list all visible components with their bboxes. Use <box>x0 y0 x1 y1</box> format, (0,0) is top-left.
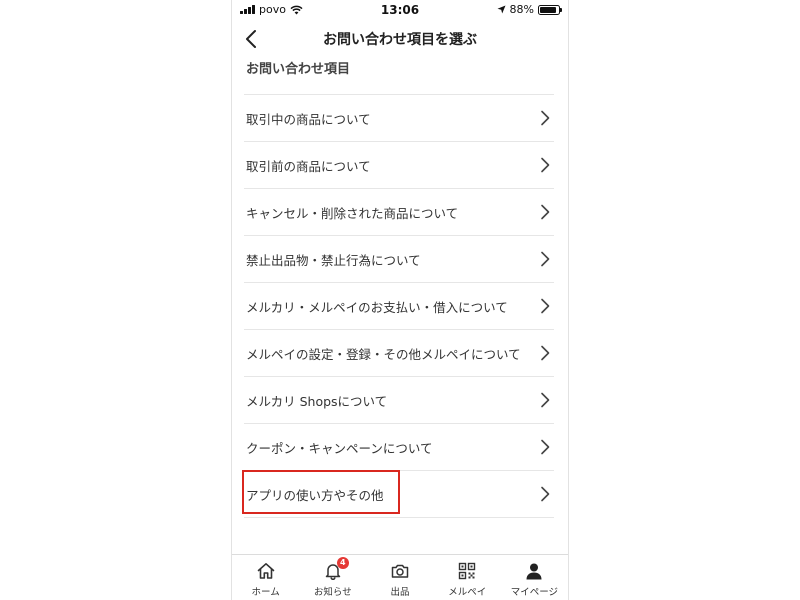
tab-label: 出品 <box>390 587 410 598</box>
camera-icon <box>389 560 411 582</box>
tab-bar: ホーム 4 お知らせ 出品 メルペイ マイページ <box>232 554 568 600</box>
person-icon <box>523 560 545 582</box>
tab-label: ホーム <box>251 587 280 598</box>
menu-item-app-usage-other[interactable]: アプリの使い方やその他 <box>244 471 554 518</box>
chevron-right-icon <box>541 439 550 455</box>
menu-item-label: クーポン・キャンペーンについて <box>246 440 433 456</box>
menu-item-cancelled-product[interactable]: キャンセル・削除された商品について <box>244 189 554 236</box>
battery-percent: 88% <box>509 3 534 16</box>
page-title: お問い合わせ項目を選ぶ <box>323 32 477 48</box>
status-bar: povo 13:06 88% <box>232 0 568 20</box>
menu-item-label: アプリの使い方やその他 <box>246 487 384 503</box>
status-right: 88% <box>497 3 562 16</box>
tab-label: メルペイ <box>448 587 487 598</box>
bell-icon: 4 <box>322 557 349 582</box>
menu-item-prohibited[interactable]: 禁止出品物・禁止行為について <box>244 236 554 283</box>
menu-item-mercari-shops[interactable]: メルカリ Shopsについて <box>244 377 554 424</box>
battery-icon <box>538 4 562 15</box>
menu-item-label: メルカリ Shopsについて <box>246 393 388 409</box>
menu-item-label: 取引前の商品について <box>246 158 371 174</box>
menu-item-payment-borrowing[interactable]: メルカリ・メルペイのお支払い・借入について <box>244 283 554 330</box>
tab-notifications[interactable]: 4 お知らせ <box>299 555 366 600</box>
chevron-right-icon <box>541 392 550 408</box>
tab-home[interactable]: ホーム <box>232 555 299 600</box>
chevron-right-icon <box>541 110 550 126</box>
qr-code-icon <box>456 560 478 582</box>
section-header: お問い合わせ項目 <box>246 62 351 77</box>
inquiry-category-list: 取引中の商品について 取引前の商品について キャンセル・削除された商品について … <box>244 94 554 518</box>
menu-item-coupon-campaign[interactable]: クーポン・キャンペーンについて <box>244 424 554 471</box>
menu-item-label: 禁止出品物・禁止行為について <box>246 252 421 268</box>
tab-merpay[interactable]: メルペイ <box>434 555 501 600</box>
phone-screen: povo 13:06 88% お問い合わせ項目を選ぶ お問い合わせ項目 取引中の… <box>231 0 569 600</box>
chevron-right-icon <box>541 157 550 173</box>
menu-item-label: メルカリ・メルペイのお支払い・借入について <box>246 299 508 315</box>
tab-label: お知らせ <box>313 587 352 598</box>
chevron-right-icon <box>541 298 550 314</box>
tab-mypage[interactable]: マイページ <box>501 555 568 600</box>
chevron-right-icon <box>541 486 550 502</box>
menu-item-merpay-settings[interactable]: メルペイの設定・登録・その他メルペイについて <box>244 330 554 377</box>
chevron-right-icon <box>541 251 550 267</box>
home-icon <box>255 560 277 582</box>
battery-fill <box>540 6 556 13</box>
menu-item-pre-trade-product[interactable]: 取引前の商品について <box>244 142 554 189</box>
tab-listing[interactable]: 出品 <box>366 555 433 600</box>
tab-label: マイページ <box>510 587 559 598</box>
battery-tip <box>560 8 562 12</box>
chevron-right-icon <box>541 204 550 220</box>
menu-item-label: キャンセル・削除された商品について <box>246 205 459 221</box>
menu-item-label: 取引中の商品について <box>246 111 371 127</box>
menu-item-trading-product[interactable]: 取引中の商品について <box>244 95 554 142</box>
menu-item-label: メルペイの設定・登録・その他メルペイについて <box>246 346 521 362</box>
location-arrow-icon <box>497 5 506 14</box>
chevron-right-icon <box>541 345 550 361</box>
navigation-bar: お問い合わせ項目を選ぶ <box>232 20 568 58</box>
notification-badge: 4 <box>336 557 349 569</box>
